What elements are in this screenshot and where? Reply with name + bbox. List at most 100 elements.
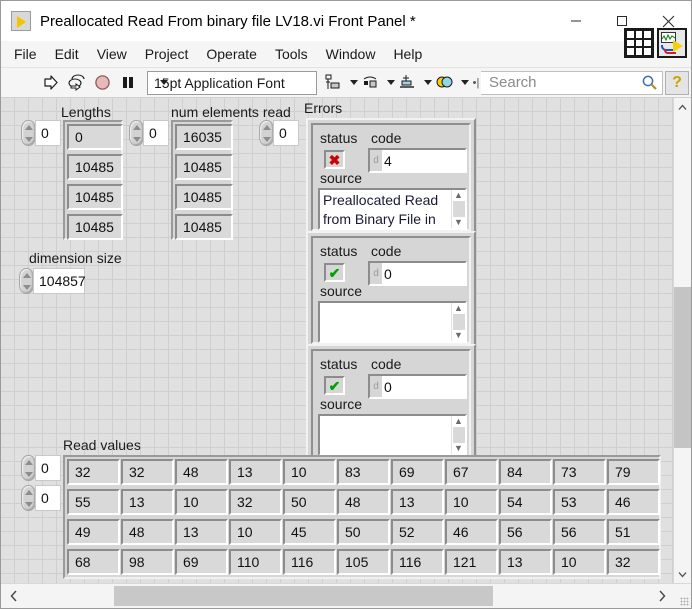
read-values-cell-2-10[interactable]: 51	[607, 519, 660, 545]
lengths-index-display[interactable]: 0	[35, 120, 61, 146]
connector-pane-icon[interactable]	[624, 28, 654, 58]
read-values-col-spinner[interactable]	[21, 485, 36, 511]
front-panel-canvas[interactable]: Lengths 0 0 10485 10485 10485 num elemen…	[1, 98, 673, 583]
error-3-source-field[interactable]: ▲ ▼	[318, 414, 467, 456]
num-elements-index-spinner[interactable]	[129, 120, 144, 146]
menu-edit[interactable]: Edit	[46, 43, 88, 65]
vertical-scroll-thumb[interactable]	[674, 286, 691, 449]
read-values-cell-1-5[interactable]: 48	[337, 489, 390, 515]
horizontal-scroll-track[interactable]	[27, 584, 649, 608]
read-values-cell-2-2[interactable]: 13	[175, 519, 228, 545]
read-values-cell-1-4[interactable]: 50	[283, 489, 336, 515]
menu-project[interactable]: Project	[136, 43, 198, 65]
run-continuously-icon[interactable]	[63, 70, 89, 96]
panel-vertical-scrollbar[interactable]	[673, 98, 691, 583]
chevron-left-icon[interactable]	[1, 584, 27, 608]
read-values-cell-0-8[interactable]: 84	[499, 459, 552, 485]
error-1-code-value[interactable]: 4	[382, 150, 465, 171]
read-values-cell-1-6[interactable]: 13	[391, 489, 444, 515]
lengths-cell-3[interactable]: 10485	[67, 214, 123, 240]
read-values-cell-0-7[interactable]: 67	[445, 459, 498, 485]
chevron-up-icon[interactable]: ▲	[454, 191, 463, 200]
read-values-cell-2-5[interactable]: 50	[337, 519, 390, 545]
error-3-code-field[interactable]: d 0	[368, 374, 467, 399]
error-2-source-field[interactable]: ▲ ▼	[318, 301, 467, 343]
read-values-cell-3-2[interactable]: 69	[175, 549, 228, 575]
read-values-cell-1-1[interactable]: 13	[121, 489, 174, 515]
abort-execution-icon[interactable]	[89, 70, 115, 96]
read-values-cell-1-10[interactable]: 46	[607, 489, 660, 515]
error-cluster-2[interactable]: status code ✔ source d 0 ▲ ▼	[306, 231, 476, 349]
num-elements-cell-1[interactable]: 10485	[175, 154, 233, 180]
read-values-cell-0-2[interactable]: 48	[175, 459, 228, 485]
read-values-cell-2-7[interactable]: 46	[445, 519, 498, 545]
run-arrow-icon[interactable]	[37, 70, 63, 96]
read-values-cell-0-10[interactable]: 79	[607, 459, 660, 485]
chevron-down-icon[interactable]: ▼	[454, 331, 463, 340]
num-elements-index-display[interactable]: 0	[143, 120, 169, 146]
resize-objects-button[interactable]	[397, 70, 434, 96]
error-1-status-indicator[interactable]: ✖	[324, 150, 345, 169]
dimension-size-value[interactable]: 104857	[33, 268, 86, 294]
panel-horizontal-scrollbar[interactable]	[1, 583, 691, 608]
horizontal-scroll-thumb[interactable]	[114, 586, 494, 606]
read-values-cell-3-0[interactable]: 68	[67, 549, 120, 575]
read-values-cell-1-0[interactable]: 55	[67, 489, 120, 515]
menu-window[interactable]: Window	[317, 43, 385, 65]
error-2-code-field[interactable]: d 0	[368, 261, 467, 286]
read-values-cell-2-6[interactable]: 52	[391, 519, 444, 545]
lengths-cell-1[interactable]: 10485	[67, 154, 123, 180]
chevron-right-icon[interactable]	[649, 584, 675, 608]
search-input[interactable]: Search	[481, 70, 663, 95]
read-values-cell-3-1[interactable]: 98	[121, 549, 174, 575]
num-elements-cell-3[interactable]: 10485	[175, 214, 233, 240]
error-1-source-field[interactable]: Preallocated Read from Binary File in ▲ …	[318, 188, 467, 230]
chevron-up-icon[interactable]: ▲	[454, 417, 463, 426]
lengths-cell-0[interactable]: 0	[67, 124, 123, 150]
read-values-row-index[interactable]: 0	[35, 455, 61, 481]
read-values-cell-3-5[interactable]: 105	[337, 549, 390, 575]
read-values-cell-0-4[interactable]: 10	[283, 459, 336, 485]
read-values-cell-0-6[interactable]: 69	[391, 459, 444, 485]
reorder-button[interactable]	[434, 70, 471, 96]
read-values-cell-0-1[interactable]: 32	[121, 459, 174, 485]
read-values-cell-2-1[interactable]: 48	[121, 519, 174, 545]
menu-help[interactable]: Help	[384, 43, 431, 65]
menu-file[interactable]: File	[5, 43, 46, 65]
read-values-cell-1-9[interactable]: 53	[553, 489, 606, 515]
num-elements-cell-2[interactable]: 10485	[175, 184, 233, 210]
lengths-index-spinner[interactable]	[21, 120, 36, 146]
read-values-cell-2-0[interactable]: 49	[67, 519, 120, 545]
error-1-source-scrollbar[interactable]: ▲ ▼	[451, 190, 465, 228]
align-objects-button[interactable]	[323, 70, 360, 96]
error-3-code-value[interactable]: 0	[382, 376, 465, 397]
error-3-source-scrollbar[interactable]: ▲ ▼	[451, 416, 465, 454]
scrollbar-thumb[interactable]	[452, 427, 465, 443]
read-values-cell-3-6[interactable]: 116	[391, 549, 444, 575]
chevron-up-icon[interactable]: ▲	[454, 304, 463, 313]
vi-icon[interactable]	[657, 28, 687, 58]
read-values-cell-2-9[interactable]: 56	[553, 519, 606, 545]
read-values-cell-0-5[interactable]: 83	[337, 459, 390, 485]
chevron-down-icon[interactable]: ▼	[454, 218, 463, 227]
error-cluster-1[interactable]: status code ✖ source d 4 Preallocated Re…	[306, 118, 476, 236]
lengths-cell-2[interactable]: 10485	[67, 184, 123, 210]
error-cluster-3[interactable]: status code ✔ source d 0 ▲ ▼	[306, 344, 476, 462]
read-values-cell-2-8[interactable]: 56	[499, 519, 552, 545]
read-values-cell-3-3[interactable]: 110	[229, 549, 282, 575]
distribute-objects-button[interactable]	[360, 70, 397, 96]
num-elements-index2-spinner[interactable]	[259, 120, 274, 146]
read-values-cell-0-3[interactable]: 13	[229, 459, 282, 485]
error-2-source-scrollbar[interactable]: ▲ ▼	[451, 303, 465, 341]
scrollbar-thumb[interactable]	[452, 201, 465, 217]
num-elements-read-array[interactable]: 16035 10485 10485 10485	[171, 120, 233, 240]
dimension-size-spinner[interactable]	[19, 268, 34, 294]
read-values-array[interactable]: 32 32 48 13 10 83 69 67 84 73 79 55 13 1…	[63, 455, 661, 579]
error-1-code-field[interactable]: d 4	[368, 148, 467, 173]
read-values-cell-1-7[interactable]: 10	[445, 489, 498, 515]
read-values-cell-3-4[interactable]: 116	[283, 549, 336, 575]
read-values-cell-3-7[interactable]: 121	[445, 549, 498, 575]
read-values-cell-3-10[interactable]: 32	[607, 549, 660, 575]
context-help-button[interactable]: ?	[665, 70, 689, 95]
read-values-row-spinner[interactable]	[21, 455, 36, 481]
